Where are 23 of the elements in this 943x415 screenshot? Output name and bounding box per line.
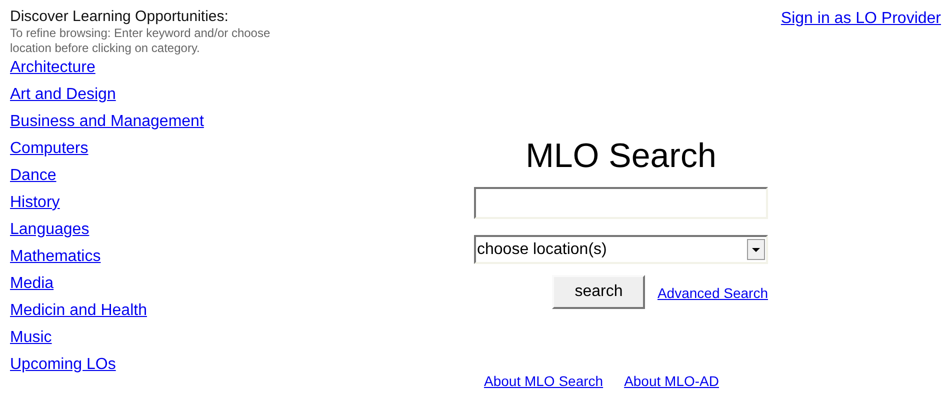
category-link[interactable]: Architecture (10, 58, 96, 77)
footer-link[interactable]: About MLO Search (484, 371, 604, 392)
footer-link[interactable]: About MLO-AD (624, 371, 719, 392)
section-heading: Discover Learning Opportunities: (10, 8, 230, 26)
search-title: MLO Search (526, 136, 716, 176)
category-link[interactable]: Medicin and Health (10, 301, 147, 320)
location-select[interactable]: choose location(s) (474, 235, 768, 264)
keyword-input[interactable] (474, 187, 768, 219)
category-link[interactable]: History (10, 193, 60, 212)
category-link[interactable]: Business and Management (10, 112, 204, 131)
category-link[interactable]: Computers (10, 139, 88, 158)
category-link[interactable]: Mathematics (10, 247, 101, 266)
sign-in-link[interactable]: Sign in as LO Provider (780, 9, 941, 29)
advanced-search-link[interactable]: Advanced Search (657, 283, 768, 304)
category-link[interactable]: Music (10, 328, 52, 347)
category-link[interactable]: Art and Design (10, 85, 116, 104)
category-link[interactable]: Dance (10, 166, 56, 185)
category-link[interactable]: Upcoming LOs (10, 355, 116, 374)
hint-text: To refine browsing: Enter keyword and/or choose location before clicking on category. (10, 26, 272, 56)
caret-icon (747, 239, 765, 260)
category-link[interactable]: Languages (10, 220, 90, 239)
search-button[interactable]: search (552, 275, 646, 309)
category-link[interactable]: Media (10, 274, 54, 293)
